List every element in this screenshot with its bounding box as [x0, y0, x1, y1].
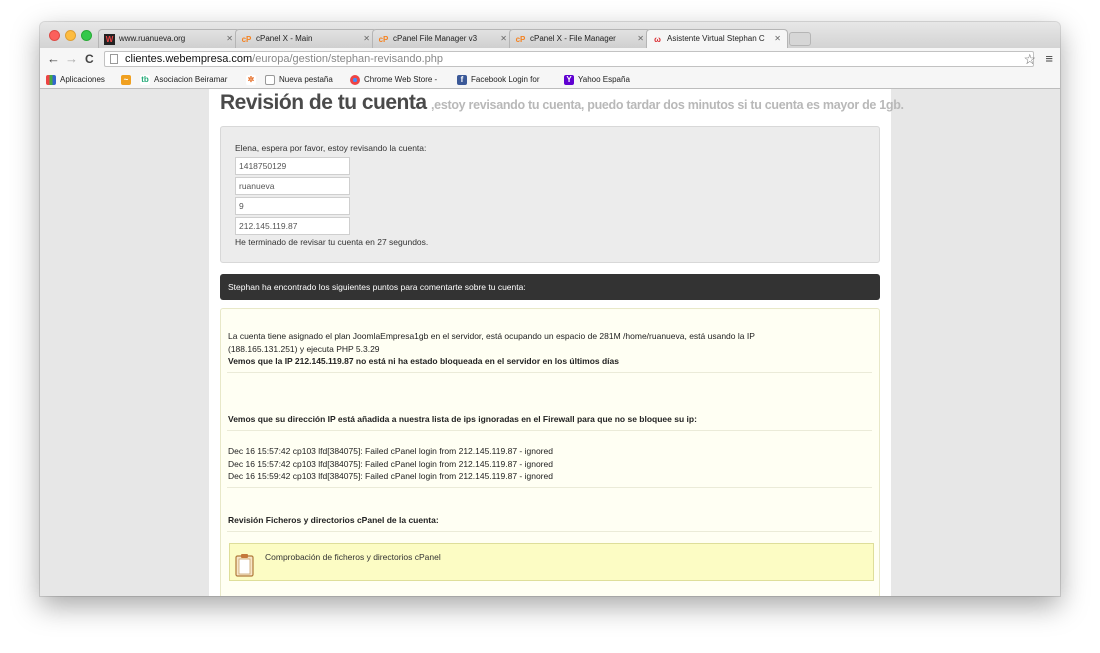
apps-grid-icon [46, 74, 56, 85]
tab-cpanel-file-manager-v3[interactable]: cP cPanel File Manager v3 ✕ [372, 29, 514, 48]
tab-close-icon[interactable]: ✕ [500, 30, 507, 48]
forward-arrow-icon[interactable]: → [65, 51, 78, 67]
bookmark-label: Chrome Web Store - [364, 75, 438, 84]
username-field[interactable]: ruanueva [235, 177, 350, 195]
tab-label: www.ruanueva.org [119, 34, 186, 43]
page-content: Revisión de tu cuenta ,estoy revisando t… [209, 89, 904, 596]
webempresa-favicon-icon: ω [654, 35, 661, 44]
firewall-heading: Vemos que su dirección IP está añadida a… [228, 414, 697, 424]
divider [227, 430, 872, 431]
title-bar: W www.ruanueva.org ✕ cP cPanel X - Main … [40, 22, 1060, 48]
tab-asistente-virtual[interactable]: ω Asistente Virtual Stephan C ✕ [646, 29, 788, 48]
bookmark-nueva-pestana[interactable]: Nueva pestaña [265, 74, 333, 85]
minimize-window-button[interactable] [65, 30, 76, 41]
back-arrow-icon[interactable]: ← [47, 51, 60, 67]
ip-field[interactable]: 212.145.119.87 [235, 217, 350, 235]
tab-label: cPanel File Manager v3 [393, 34, 478, 43]
bookmark-star-icon[interactable]: ☆ [1023, 51, 1036, 67]
tab-close-icon[interactable]: ✕ [774, 30, 781, 48]
bookmark-label: Facebook Login for [471, 75, 540, 84]
tab-cpanel-file-manager[interactable]: cP cPanel X - File Manager ✕ [509, 29, 651, 48]
tab-label: Asistente Virtual Stephan C [667, 34, 765, 43]
bookmark-chart[interactable]: ~ [121, 74, 135, 85]
divider [227, 372, 872, 373]
browser-toolbar: ← → C clientes.webempresa.com/europa/ges… [40, 48, 1060, 70]
bookmark-facebook[interactable]: f Facebook Login for [457, 74, 540, 85]
findings-header-bar: Stephan ha encontrado los siguientes pun… [220, 274, 880, 300]
check-done-message: He terminado de revisar tu cuenta en 27 … [235, 237, 429, 247]
chrome-menu-icon[interactable]: ≡ [1045, 51, 1053, 67]
tab-close-icon[interactable]: ✕ [363, 30, 370, 48]
ip-status-text: Vemos que la IP 212.145.119.87 no está n… [228, 356, 619, 366]
firewall-log-line: Dec 16 15:59:42 cp103 lfd[384075]: Faile… [228, 471, 553, 481]
files-check-note-text: Comprobación de ficheros y directorios c… [265, 552, 441, 562]
reload-icon[interactable]: C [85, 51, 94, 67]
bookmarks-bar: Aplicaciones ~ tb Asociacion Beiramar ✲ N… [40, 70, 1060, 89]
files-heading: Revisión Ficheros y directorios cPanel d… [228, 515, 439, 525]
address-host: clientes.webempresa.com [125, 53, 253, 65]
address-bar[interactable]: clientes.webempresa.com/europa/gestion/s… [104, 51, 1034, 67]
page-heading: Revisión de tu cuenta ,estoy revisando t… [220, 91, 904, 115]
account-check-panel: Elena, espera por favor, estoy revisando… [220, 126, 880, 263]
maximize-window-button[interactable] [81, 30, 92, 41]
tab-close-icon[interactable]: ✕ [226, 30, 233, 48]
chart-bookmark-icon: ~ [121, 74, 131, 85]
bookmark-chrome-web-store[interactable]: Chrome Web Store - [350, 74, 437, 85]
tab-close-icon[interactable]: ✕ [637, 30, 644, 48]
browser-window: W www.ruanueva.org ✕ cP cPanel X - Main … [40, 22, 1060, 596]
divider [227, 531, 872, 532]
check-intro: Elena, espera por favor, estoy revisando… [235, 143, 427, 153]
page-icon [110, 54, 118, 64]
yahoo-icon: Y [564, 74, 574, 85]
findings-report: La cuenta tiene asignado el plan JoomlaE… [220, 308, 880, 596]
new-tab-button[interactable] [789, 32, 811, 46]
firewall-log-line: Dec 16 15:57:42 cp103 lfd[384075]: Faile… [228, 446, 553, 456]
divider [227, 487, 872, 488]
page-icon [265, 74, 275, 85]
close-window-button[interactable] [49, 30, 60, 41]
bookmark-label: Nueva pestaña [279, 75, 333, 84]
bookmark-label: Yahoo España [578, 75, 630, 84]
address-path: /europa/gestion/stephan-revisando.php [252, 53, 443, 65]
files-check-note: Comprobación de ficheros y directorios c… [229, 543, 874, 581]
bookmark-asociacion-beiramar[interactable]: tb Asociacion Beiramar [140, 74, 227, 85]
clipboard-icon [235, 554, 254, 577]
cpanel-favicon-icon: cP [515, 35, 526, 44]
bookmark-label: Asociacion Beiramar [154, 75, 228, 84]
server-field[interactable]: 9 [235, 197, 350, 215]
cpanel-favicon-icon: cP [241, 35, 252, 44]
account-id-field[interactable]: 1418750129 [235, 157, 350, 175]
firewall-log-line: Dec 16 15:57:42 cp103 lfd[384075]: Faile… [228, 458, 553, 469]
tab-label: cPanel X - File Manager [530, 34, 616, 43]
tab-label: cPanel X - Main [256, 34, 313, 43]
plan-info-line: La cuenta tiene asignado el plan JoomlaE… [228, 331, 755, 341]
tab-ruanueva[interactable]: W www.ruanueva.org ✕ [98, 29, 240, 48]
bookmark-yahoo[interactable]: Y Yahoo España [564, 74, 630, 85]
tb-bookmark-icon: tb [140, 74, 150, 85]
joomla-bookmark-icon: ✲ [246, 74, 256, 85]
bookmark-label: Aplicaciones [60, 75, 105, 84]
plan-info-line: (188.165.131.251) y ejecuta PHP 5.3.29 [228, 343, 380, 354]
facebook-icon: f [457, 74, 467, 85]
bookmark-joomla[interactable]: ✲ [246, 74, 260, 85]
cpanel-favicon-icon: cP [378, 35, 389, 44]
page-subtitle: ,estoy revisando tu cuenta, puedo tardar… [431, 98, 904, 112]
page-title: Revisión de tu cuenta [220, 91, 427, 114]
tab-cpanel-main[interactable]: cP cPanel X - Main ✕ [235, 29, 377, 48]
chrome-store-icon [350, 74, 360, 85]
bookmark-aplicaciones[interactable]: Aplicaciones [46, 74, 105, 85]
page-viewport[interactable]: Revisión de tu cuenta ,estoy revisando t… [40, 89, 1060, 596]
ruanueva-favicon-icon: W [104, 34, 115, 45]
